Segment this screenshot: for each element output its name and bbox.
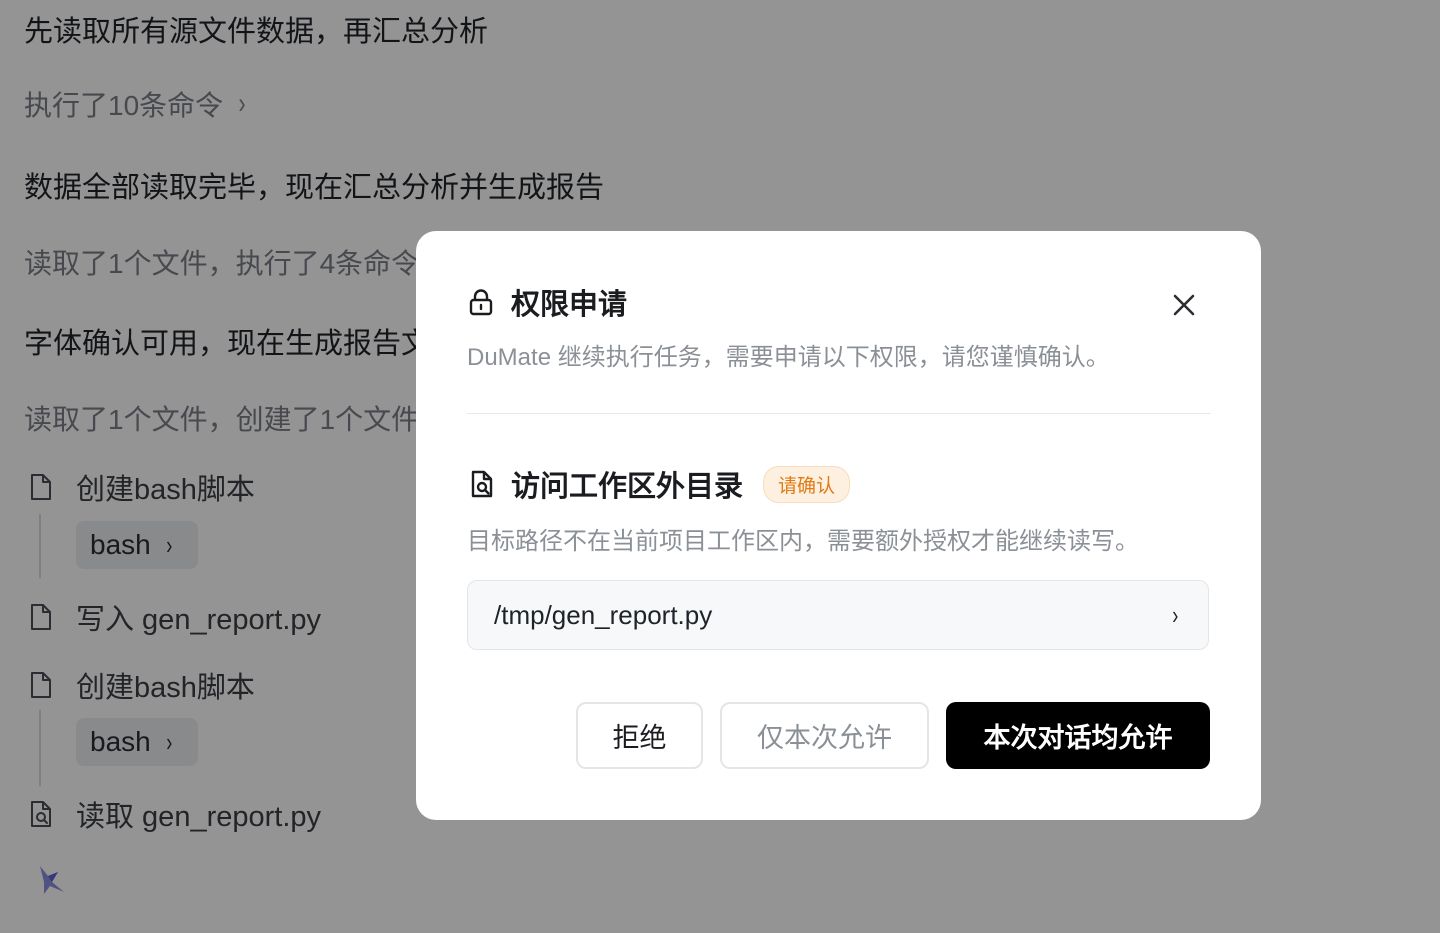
divider <box>467 413 1211 414</box>
allow-session-button[interactable]: 本次对话均允许 <box>946 702 1210 769</box>
confirm-badge: 请确认 <box>763 465 851 503</box>
permission-section-header: 访问工作区外目录 请确认 <box>467 463 851 505</box>
chevron-right-icon: › <box>1172 599 1179 630</box>
dialog-description: DuMate 继续执行任务，需要申请以下权限，请您谨慎确认。 <box>467 344 1110 371</box>
target-path-row[interactable]: /tmp/gen_report.py › <box>467 580 1209 650</box>
file-search-icon <box>471 470 493 498</box>
permission-title: 访问工作区外目录 <box>511 471 744 503</box>
dialog-header: 权限申请 <box>467 281 627 323</box>
deny-button[interactable]: 拒绝 <box>576 702 703 769</box>
target-path: /tmp/gen_report.py <box>494 599 713 630</box>
permission-dialog: 权限申请 DuMate 继续执行任务，需要申请以下权限，请您谨慎确认。 访问工作… <box>416 231 1261 820</box>
lock-icon <box>469 289 493 316</box>
dialog-title: 权限申请 <box>511 289 628 321</box>
allow-once-button[interactable]: 仅本次允许 <box>720 702 929 769</box>
permission-description: 目标路径不在当前项目工作区内，需要额外授权才能继续读写。 <box>467 528 1139 555</box>
close-icon[interactable] <box>1168 289 1200 321</box>
